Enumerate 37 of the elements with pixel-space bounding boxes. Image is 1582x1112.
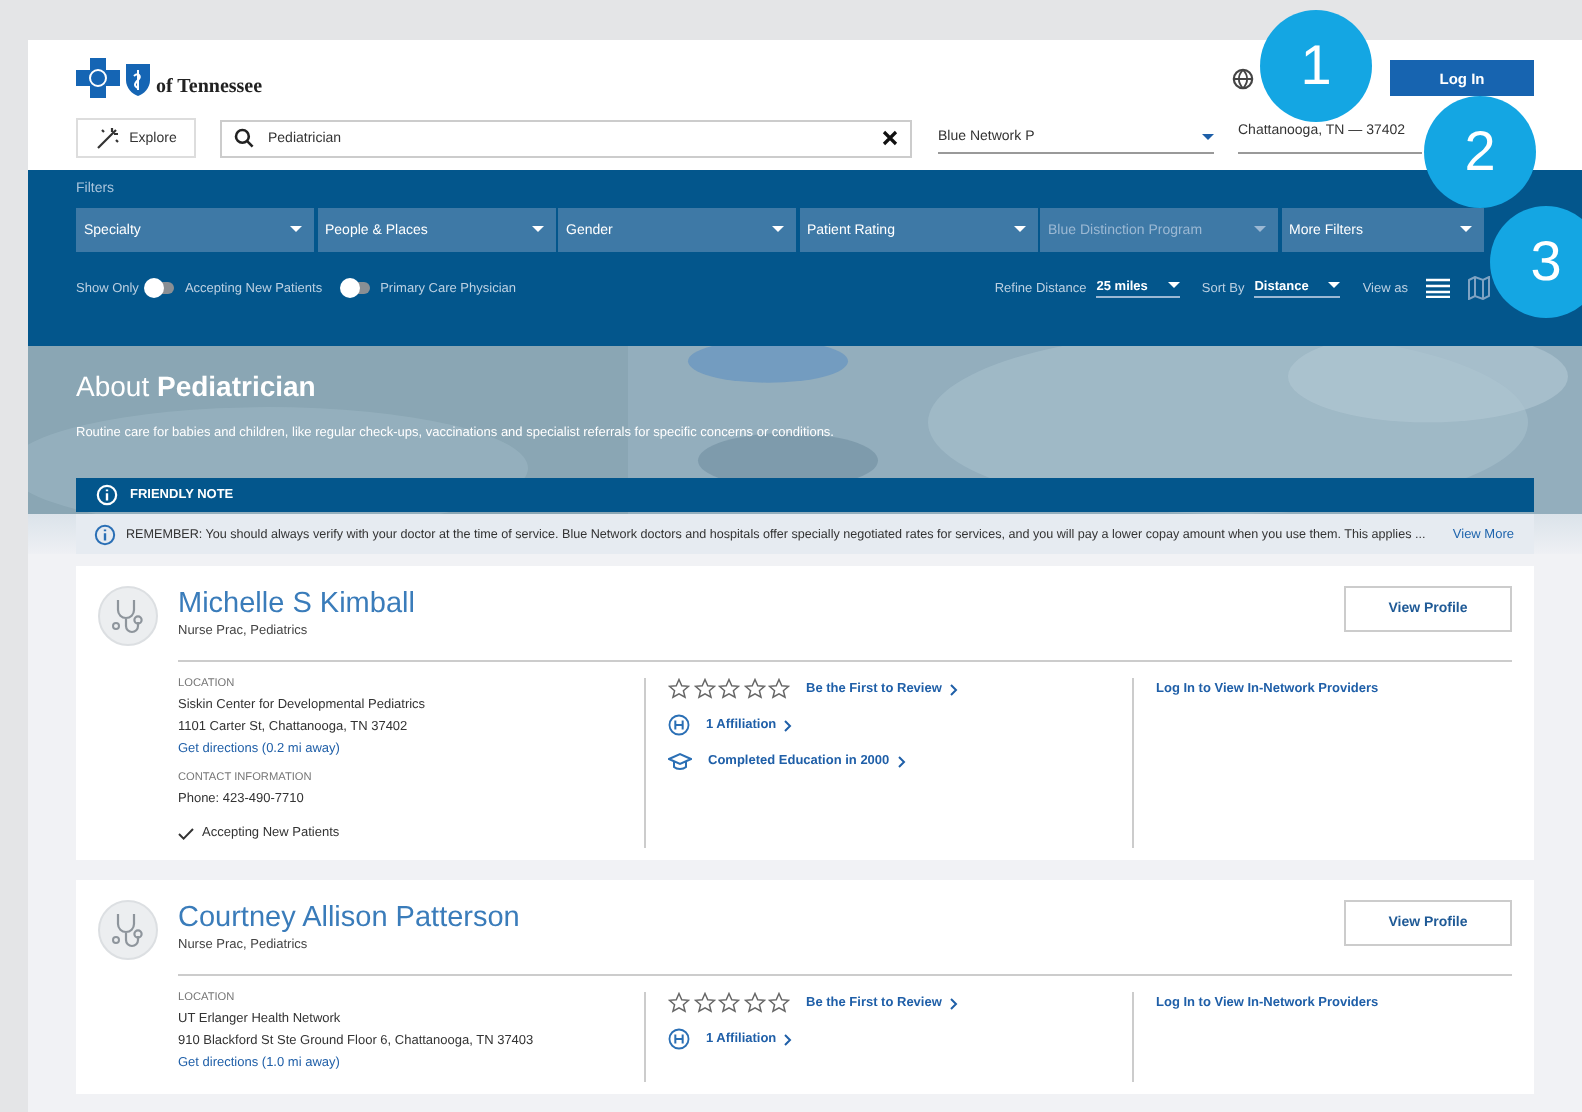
chevron-icon bbox=[949, 997, 958, 1009]
toggle-switch[interactable] bbox=[344, 282, 371, 294]
provider-name[interactable]: Courtney Allison Patterson bbox=[178, 902, 1324, 934]
chevron-icon bbox=[897, 755, 906, 767]
caret-icon bbox=[1013, 226, 1025, 234]
clear-icon[interactable] bbox=[882, 130, 898, 146]
hospital-icon bbox=[668, 714, 690, 736]
caret-icon bbox=[1328, 282, 1341, 290]
caret-icon bbox=[531, 226, 543, 234]
caret-icon bbox=[1254, 226, 1266, 234]
page-title: About Pediatrician bbox=[76, 370, 318, 402]
caret-icon bbox=[1202, 133, 1214, 141]
map-view-icon[interactable] bbox=[1468, 276, 1490, 300]
caret-icon bbox=[1459, 226, 1471, 234]
shield-logo-icon bbox=[124, 62, 152, 98]
hospital-icon bbox=[668, 1028, 690, 1050]
stethoscope-avatar-icon bbox=[98, 900, 158, 960]
caret-icon bbox=[1167, 282, 1180, 290]
search-icon bbox=[234, 128, 254, 148]
logo-text: of Tennessee bbox=[156, 76, 263, 98]
check-icon bbox=[178, 827, 194, 839]
info-icon bbox=[94, 523, 116, 545]
cross-logo-icon bbox=[76, 58, 120, 98]
list-view-icon[interactable] bbox=[1426, 278, 1450, 298]
chevron-icon bbox=[784, 1033, 793, 1045]
info-icon bbox=[96, 484, 118, 506]
chevron-icon bbox=[784, 719, 793, 731]
chevron-icon bbox=[949, 683, 958, 695]
caret-icon bbox=[772, 226, 784, 234]
globe-icon[interactable] bbox=[1232, 67, 1254, 89]
stethoscope-avatar-icon bbox=[98, 586, 158, 646]
toggle-switch[interactable] bbox=[148, 282, 175, 294]
graduation-cap-icon bbox=[668, 751, 692, 771]
caret-icon bbox=[290, 226, 302, 234]
wand-icon bbox=[95, 126, 120, 150]
provider-name[interactable]: Michelle S Kimball bbox=[178, 588, 1324, 620]
callout-badge: 1 bbox=[1260, 10, 1372, 122]
